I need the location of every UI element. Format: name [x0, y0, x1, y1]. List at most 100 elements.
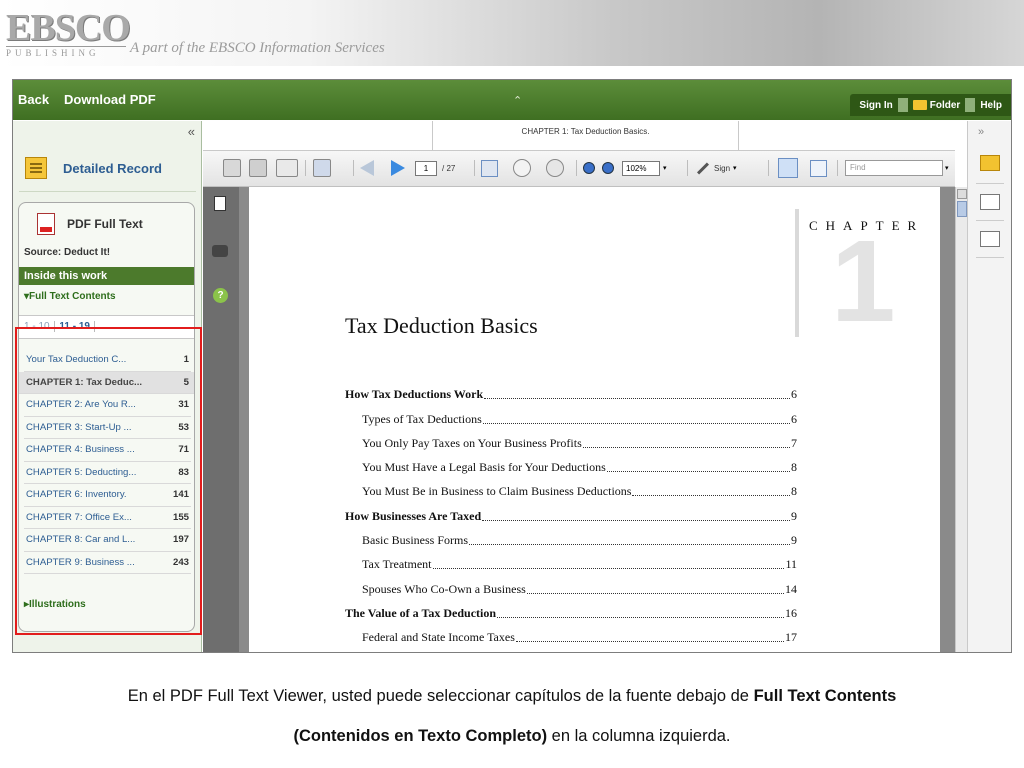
- chapter-list-item[interactable]: CHAPTER 9: Business ... 243: [24, 552, 191, 574]
- help-link[interactable]: Help: [975, 100, 1007, 111]
- chapter-list-item-title: CHAPTER 9: Business ...: [26, 556, 135, 568]
- download-pdf-link[interactable]: Download PDF: [64, 92, 156, 107]
- comment-icon[interactable]: [313, 157, 331, 179]
- dot-leader: [606, 471, 790, 473]
- dot-leader: [582, 446, 790, 448]
- chevron-down-icon[interactable]: ▾: [945, 164, 949, 172]
- contents-entry-label: Basic Business Forms: [362, 533, 469, 548]
- dot-leader: [526, 592, 784, 594]
- page-number-value[interactable]: 1: [415, 160, 437, 176]
- caption-line-2: (Contenidos en Texto Completo) en la col…: [0, 716, 1024, 756]
- caption-bold-text: Full Text Contents: [753, 687, 897, 705]
- pager-range-1[interactable]: 1 - 10: [24, 321, 50, 332]
- folder-icon[interactable]: [980, 155, 1000, 171]
- chapter-list-item[interactable]: Your Tax Deduction C... 1: [24, 349, 191, 372]
- divider: [687, 160, 688, 176]
- collapse-panel-button[interactable]: «: [188, 124, 195, 139]
- inside-this-work-header: Inside this work: [19, 267, 194, 285]
- chapter-list-item[interactable]: CHAPTER 3: Start-Up ... 53: [24, 417, 191, 439]
- contents-entry[interactable]: Tax Treatment 11: [345, 552, 797, 576]
- page-number-field[interactable]: 1 / 27: [415, 157, 455, 179]
- divider: [976, 220, 1004, 221]
- pdf-full-text-link[interactable]: PDF Full Text: [37, 213, 143, 235]
- contents-entry[interactable]: How Businesses Are Taxed 9: [345, 503, 797, 527]
- chapter-list-item[interactable]: CHAPTER 6: Inventory. 141: [24, 484, 191, 507]
- fit-page-icon[interactable]: [810, 157, 827, 179]
- chapter-list-item[interactable]: CHAPTER 2: Are You R... 31: [24, 394, 191, 417]
- divider: [768, 160, 769, 176]
- document-tab[interactable]: CHAPTER 1: Tax Deduction Basics.: [432, 121, 739, 151]
- contents-entry[interactable]: How Tax Deductions Work 6: [345, 382, 797, 406]
- fit-width-icon[interactable]: [778, 157, 798, 179]
- illustrations-toggle[interactable]: ▸Illustrations: [24, 599, 86, 610]
- select-tool-icon[interactable]: [481, 157, 498, 179]
- expand-panel-button[interactable]: »: [978, 126, 984, 138]
- zoom-in-icon[interactable]: [602, 157, 614, 179]
- chapter-list-item-title: CHAPTER 1: Tax Deduc...: [26, 376, 143, 388]
- pages-icon[interactable]: [214, 196, 226, 211]
- chapter-list-item-page: 197: [172, 534, 189, 546]
- hand-tool-icon[interactable]: [513, 157, 531, 179]
- chapter-list-item-page: 31: [178, 399, 189, 411]
- chapter-list-item[interactable]: CHAPTER 7: Office Ex... 155: [24, 507, 191, 529]
- contents-entry[interactable]: You Must Be in Business to Claim Busines…: [345, 479, 797, 503]
- sign-in-link[interactable]: Sign In: [854, 100, 897, 111]
- scroll-thumb[interactable]: [957, 201, 967, 217]
- pen-icon: [696, 161, 710, 175]
- chapter-list-item[interactable]: CHAPTER 4: Business ... 71: [24, 439, 191, 462]
- full-text-contents-toggle[interactable]: ▾Full Text Contents: [24, 291, 116, 302]
- back-link[interactable]: Back: [18, 92, 49, 107]
- chapter-list-item-title: CHAPTER 8: Car and L...: [26, 534, 136, 546]
- chapter-list-item-page: 141: [172, 489, 189, 501]
- chapter-list-item-title: Your Tax Deduction C...: [26, 354, 127, 366]
- find-input[interactable]: Find: [845, 160, 943, 176]
- zoom-select[interactable]: 102% ▾: [622, 157, 667, 179]
- contents-entry[interactable]: Spouses Who Co-Own a Business 14: [345, 576, 797, 600]
- chapter-list-item-title: CHAPTER 5: Deducting...: [26, 466, 137, 478]
- email-icon[interactable]: [276, 157, 298, 179]
- chevron-down-icon[interactable]: ▾: [663, 164, 667, 172]
- chapter-list-item[interactable]: CHAPTER 8: Car and L... 197: [24, 529, 191, 552]
- scroll-up-icon[interactable]: [957, 189, 967, 199]
- document-tab-bar: CHAPTER 1: Tax Deduction Basics.: [203, 121, 955, 151]
- viewer-side-nav: ?: [203, 187, 239, 652]
- contents-entry[interactable]: The Value of a Tax Deduction 16: [345, 601, 797, 625]
- find-field[interactable]: Find ▾: [845, 157, 949, 179]
- chapter-list-item-page: 83: [178, 466, 189, 478]
- zoom-tool-icon[interactable]: [546, 157, 564, 179]
- page-total: / 27: [442, 163, 456, 173]
- email-icon[interactable]: [980, 194, 1000, 210]
- help-icon[interactable]: ?: [213, 288, 228, 303]
- contents-entry[interactable]: You Must Have a Legal Basis for Your Ded…: [345, 455, 797, 479]
- detailed-record-label: Detailed Record: [63, 160, 162, 176]
- pager-range-2[interactable]: 11 - 19: [54, 321, 95, 332]
- chevron-down-icon: ▾: [733, 165, 737, 172]
- divider: [305, 160, 306, 176]
- export-icon[interactable]: [980, 231, 1000, 247]
- contents-entry-page: 14: [785, 581, 797, 596]
- sign-button[interactable]: Sign ▾: [696, 157, 737, 179]
- save-icon[interactable]: [249, 157, 267, 179]
- chapter-list-item[interactable]: CHAPTER 1: Tax Deduc... 5: [19, 371, 194, 394]
- binoculars-icon[interactable]: [212, 245, 228, 257]
- zoom-out-icon[interactable]: [583, 157, 595, 179]
- chapter-list-item[interactable]: CHAPTER 5: Deducting... 83: [24, 462, 191, 484]
- folder-link[interactable]: Folder: [908, 100, 966, 111]
- contents-entry-page: 9: [791, 508, 797, 523]
- previous-page-icon[interactable]: [360, 157, 374, 179]
- contents-entry[interactable]: Types of Tax Deductions 6: [345, 406, 797, 430]
- next-page-icon[interactable]: [391, 157, 405, 179]
- chevron-up-icon[interactable]: ⌃: [513, 94, 522, 107]
- chapter-list-item-title: CHAPTER 2: Are You R...: [26, 399, 136, 411]
- document-area[interactable]: 1 CHAPTER Tax Deduction Basics How Tax D…: [239, 187, 955, 652]
- contents-entry[interactable]: Federal and State Income Taxes 17: [345, 625, 797, 649]
- contents-entry[interactable]: You Only Pay Taxes on Your Business Prof…: [345, 431, 797, 455]
- vertical-scrollbar[interactable]: [955, 187, 967, 652]
- zoom-value[interactable]: 102%: [622, 160, 660, 176]
- source-label: Source:: [24, 247, 62, 258]
- divider: [19, 191, 196, 192]
- detailed-record-link[interactable]: Detailed Record: [25, 157, 162, 179]
- print-icon[interactable]: [223, 157, 241, 179]
- contents-entry-label: You Only Pay Taxes on Your Business Prof…: [362, 435, 582, 450]
- contents-entry[interactable]: Basic Business Forms 9: [345, 528, 797, 552]
